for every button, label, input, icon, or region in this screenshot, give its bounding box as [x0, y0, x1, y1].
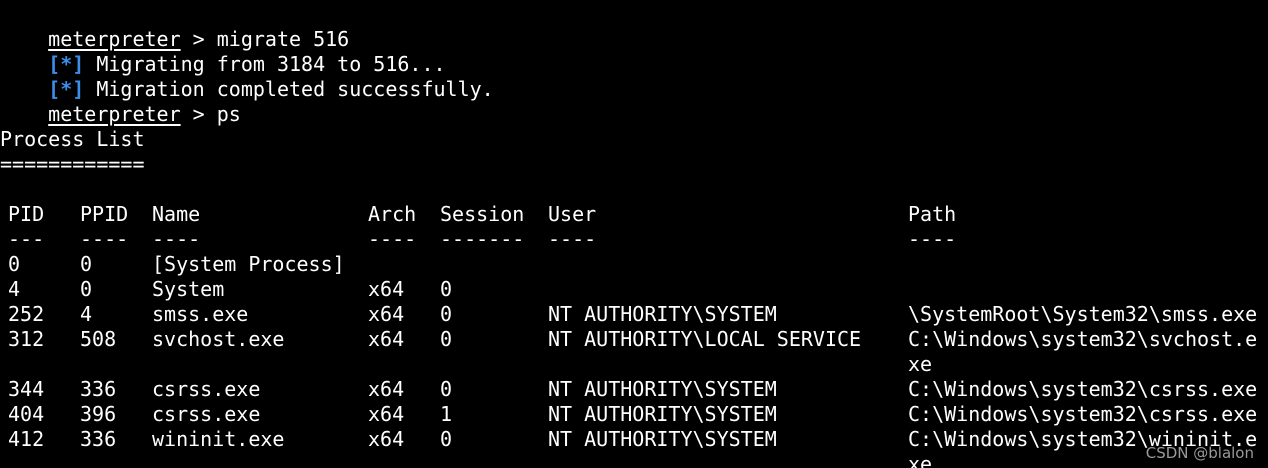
cell-pid: 312	[8, 327, 45, 351]
rule-user: ----	[548, 227, 597, 251]
cell-arch: x64	[368, 427, 405, 451]
cell-session: 1	[440, 402, 453, 426]
cell-name: [System Process]	[152, 252, 345, 276]
cell-ppid: 4	[80, 302, 93, 326]
cell-pid: 0	[8, 252, 21, 276]
cell-pid: 4	[8, 277, 21, 301]
cell-path: \SystemRoot\System32\smss.exe	[908, 302, 1258, 326]
cell-name: wininit.exe	[152, 427, 285, 451]
command-text: > ps	[180, 102, 241, 126]
cell-path: C:\Windows\system32\svchost.exe	[908, 327, 1258, 376]
cell-user: NT AUTHORITY\SYSTEM	[548, 427, 777, 451]
rule-name: ----	[152, 227, 201, 251]
cell-pid: 404	[8, 402, 45, 426]
cell-ppid: 508	[80, 327, 117, 351]
cell-arch: x64	[368, 302, 405, 326]
rule-session: -------	[440, 227, 525, 251]
cell-session: 0	[440, 302, 453, 326]
watermark-label: CSDN @blalon	[1145, 444, 1254, 462]
command-line-migrate: meterpreter > migrate 516	[0, 2, 349, 51]
cell-ppid: 336	[80, 427, 117, 451]
header-session: Session	[440, 202, 525, 226]
cell-ppid: 336	[80, 377, 117, 401]
cell-ppid: 0	[80, 252, 93, 276]
terminal-window[interactable]: meterpreter > migrate 516 [*] Migrating …	[0, 0, 1268, 468]
header-user: User	[548, 202, 597, 226]
cell-ppid: 0	[80, 277, 93, 301]
cell-session: 0	[440, 327, 453, 351]
cell-name: svchost.exe	[152, 327, 285, 351]
section-rule: ============	[0, 152, 145, 176]
cell-arch: x64	[368, 402, 405, 426]
rule-path: ----	[908, 227, 957, 251]
cell-name: System	[152, 277, 225, 301]
cell-arch: x64	[368, 277, 405, 301]
meterpreter-prompt: meterpreter	[48, 102, 181, 126]
cell-session: 0	[440, 427, 453, 451]
cell-path: C:\Windows\system32\csrss.exe	[908, 402, 1258, 426]
header-path: Path	[908, 202, 957, 226]
cell-ppid: 396	[80, 402, 117, 426]
cell-arch: x64	[368, 377, 405, 401]
cell-pid: 412	[8, 427, 45, 451]
rule-arch: ----	[368, 227, 417, 251]
header-arch: Arch	[368, 202, 417, 226]
cell-name: csrss.exe	[152, 377, 261, 401]
cell-user: NT AUTHORITY\SYSTEM	[548, 302, 777, 326]
cell-path: C:\Windows\system32\csrss.exe	[908, 377, 1258, 401]
cell-pid: 252	[8, 302, 45, 326]
header-pid: PID	[8, 202, 45, 226]
cell-user: NT AUTHORITY\LOCAL SERVICE	[548, 327, 862, 351]
cell-path	[908, 277, 1268, 302]
cell-user: NT AUTHORITY\SYSTEM	[548, 377, 777, 401]
header-ppid: PPID	[80, 202, 129, 226]
cell-name: smss.exe	[152, 302, 249, 326]
cell-session: 0	[440, 277, 453, 301]
section-title: Process List	[0, 127, 145, 151]
status-line-completed: [*] Migration completed successfully.	[0, 52, 494, 101]
header-name: Name	[152, 202, 201, 226]
cell-arch: x64	[368, 327, 405, 351]
cell-session: 0	[440, 377, 453, 401]
command-line-ps: meterpreter > ps	[0, 77, 241, 126]
rule-ppid: ----	[80, 227, 129, 251]
cell-path	[908, 252, 1268, 277]
cell-user: NT AUTHORITY\SYSTEM	[548, 402, 777, 426]
cell-pid: 344	[8, 377, 45, 401]
status-line-migrating: [*] Migrating from 3184 to 516...	[0, 27, 445, 76]
cell-name: csrss.exe	[152, 402, 261, 426]
rule-pid: ---	[8, 227, 45, 251]
